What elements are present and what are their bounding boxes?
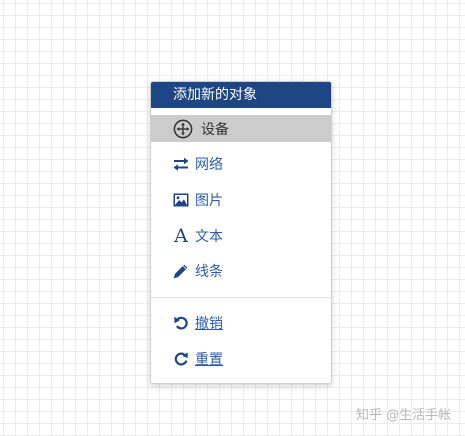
reset-icon <box>173 350 189 368</box>
menu-title: 添加新的对象 <box>151 82 331 108</box>
menu-item-label: 文本 <box>195 228 223 245</box>
move-arrows-icon <box>173 119 193 138</box>
picture-icon <box>173 191 189 209</box>
menu-item-line[interactable]: 线条 <box>151 257 331 284</box>
menu-item-label: 网络 <box>195 156 223 173</box>
menu-item-reset[interactable]: 重置 <box>151 345 331 372</box>
menu-item-text[interactable]: A 文本 <box>151 222 331 249</box>
add-object-context-menu: 添加新的对象 设备 网络 图片 A 文本 线条 撤销 重置 <box>150 81 332 384</box>
exchange-arrows-icon <box>173 155 189 173</box>
menu-item-device[interactable]: 设备 <box>151 115 331 142</box>
menu-item-label: 图片 <box>195 192 223 209</box>
menu-item-image[interactable]: 图片 <box>151 186 331 213</box>
pencil-icon <box>173 262 189 280</box>
menu-item-label: 线条 <box>195 263 223 280</box>
menu-item-network[interactable]: 网络 <box>151 150 331 177</box>
text-letter-icon: A <box>174 224 188 247</box>
undo-icon <box>173 314 189 332</box>
menu-item-label: 重置 <box>195 351 223 368</box>
menu-divider <box>151 297 331 298</box>
menu-item-undo[interactable]: 撤销 <box>151 309 331 336</box>
menu-item-label: 撤销 <box>195 315 223 332</box>
watermark: 知乎 @生活手帐 <box>356 408 452 423</box>
menu-item-label: 设备 <box>201 121 229 138</box>
